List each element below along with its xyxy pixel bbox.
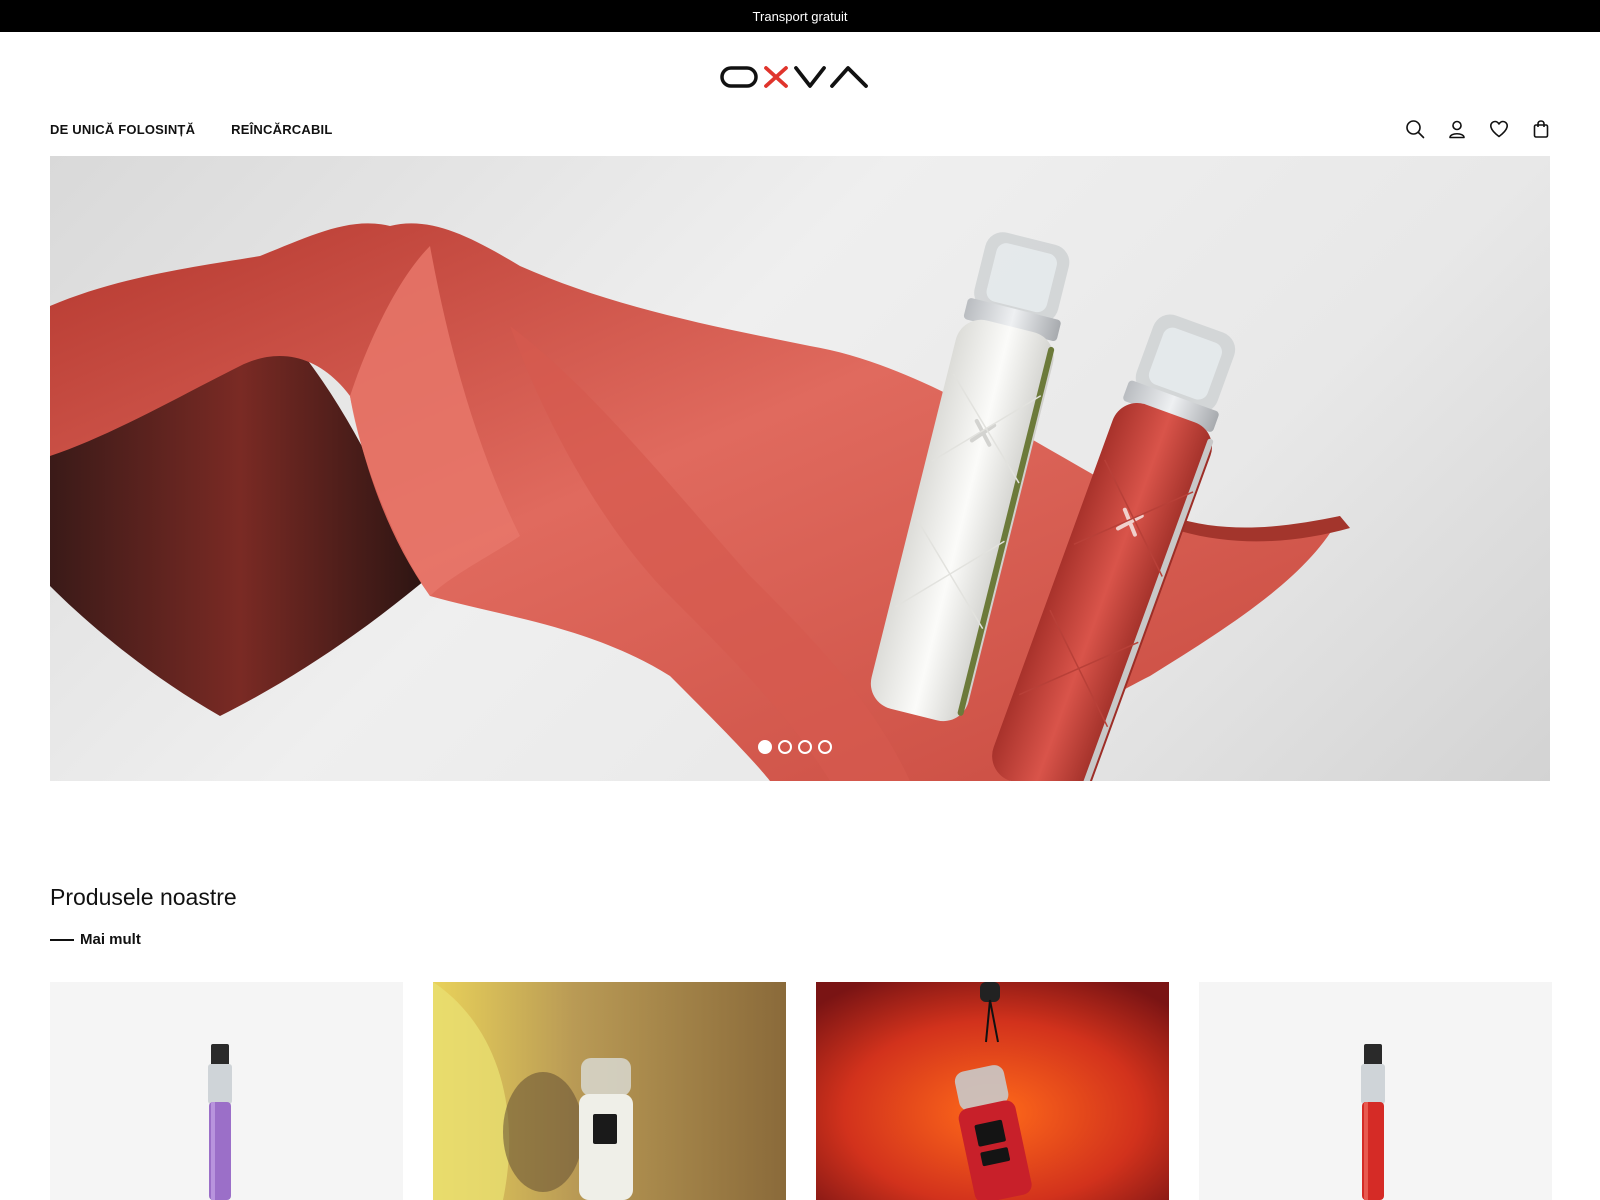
product-card-1[interactable] bbox=[50, 982, 403, 1200]
search-icon bbox=[1406, 120, 1425, 139]
announcement-bar: Transport gratuit bbox=[0, 0, 1600, 32]
more-link-label: Mai mult bbox=[80, 931, 141, 948]
more-link-dash bbox=[50, 938, 74, 941]
account-icon bbox=[1449, 120, 1465, 139]
brand-logo[interactable] bbox=[720, 62, 876, 92]
oxva-logo-icon bbox=[720, 66, 868, 88]
product-image-4 bbox=[1199, 982, 1552, 1200]
cart-bag-icon bbox=[1533, 120, 1549, 138]
product-card-4[interactable] bbox=[1199, 982, 1552, 1200]
more-link[interactable]: Mai mult bbox=[50, 931, 141, 948]
product-card-3[interactable] bbox=[816, 982, 1169, 1200]
product-image-3 bbox=[816, 982, 1169, 1200]
hero-image bbox=[50, 223, 1350, 781]
cart-button[interactable] bbox=[1530, 118, 1552, 140]
hero-banner[interactable] bbox=[50, 156, 1550, 781]
product-image-1 bbox=[50, 982, 403, 1200]
account-button[interactable] bbox=[1446, 118, 1468, 140]
wishlist-button[interactable] bbox=[1488, 118, 1510, 140]
carousel-dot-3[interactable] bbox=[798, 740, 812, 754]
product-image-2 bbox=[433, 982, 786, 1200]
nav-item-rechargeable[interactable]: REÎNCĂRCABIL bbox=[231, 122, 332, 137]
main-nav: DE UNICĂ FOLOSINȚĂ REÎNCĂRCABIL bbox=[50, 122, 333, 137]
header-toolbar bbox=[1404, 118, 1552, 140]
search-button[interactable] bbox=[1404, 118, 1426, 140]
product-card-2[interactable] bbox=[433, 982, 786, 1200]
carousel-dot-2[interactable] bbox=[778, 740, 792, 754]
carousel-dot-4[interactable] bbox=[818, 740, 832, 754]
carousel-dots bbox=[758, 740, 832, 754]
product-grid bbox=[50, 982, 1552, 1200]
nav-item-disposable[interactable]: DE UNICĂ FOLOSINȚĂ bbox=[50, 122, 195, 137]
announcement-text: Transport gratuit bbox=[752, 8, 848, 24]
carousel-dot-1[interactable] bbox=[758, 740, 772, 754]
section-title: Produsele noastre bbox=[50, 884, 237, 910]
wishlist-heart-icon bbox=[1490, 120, 1508, 138]
